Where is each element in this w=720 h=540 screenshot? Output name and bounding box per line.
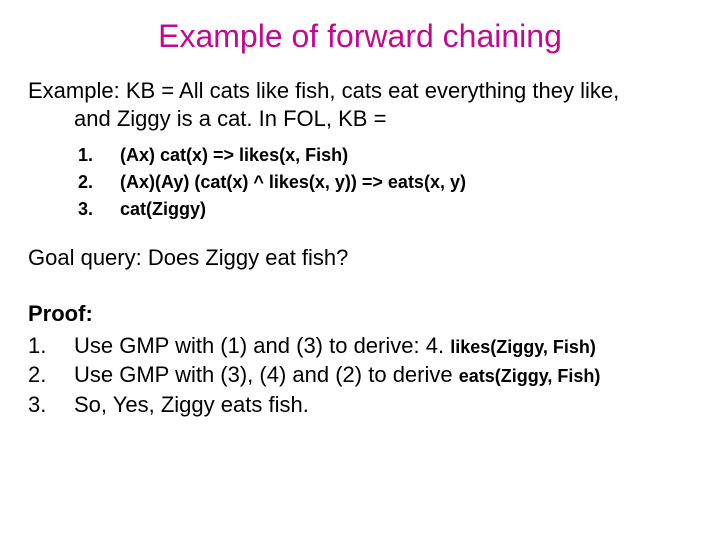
- kb-text: (Ax)(Ay) (cat(x) ^ likes(x, y)) => eats(…: [120, 169, 466, 196]
- proof-label: Proof:: [28, 299, 692, 329]
- kb-num: 3.: [78, 196, 120, 223]
- proof-num: 2.: [28, 360, 74, 390]
- proof-main: So, Yes, Ziggy eats fish.: [74, 392, 309, 417]
- proof-block: Proof: 1. Use GMP with (1) and (3) to de…: [28, 299, 692, 420]
- proof-main: Use GMP with (1) and (3) to derive: 4.: [74, 333, 450, 358]
- kb-text: (Ax) cat(x) => likes(x, Fish): [120, 142, 348, 169]
- goal-query: Goal query: Does Ziggy eat fish?: [28, 245, 692, 271]
- proof-derived: likes(Ziggy, Fish): [450, 337, 596, 357]
- proof-num: 1.: [28, 331, 74, 361]
- proof-step: 2. Use GMP with (3), (4) and (2) to deri…: [28, 360, 692, 390]
- intro-line-1: Example: KB = All cats like fish, cats e…: [28, 77, 692, 105]
- proof-step: 1. Use GMP with (1) and (3) to derive: 4…: [28, 331, 692, 361]
- proof-derived: eats(Ziggy, Fish): [459, 366, 601, 386]
- proof-main: Use GMP with (3), (4) and (2) to derive: [74, 362, 459, 387]
- kb-item: 1. (Ax) cat(x) => likes(x, Fish): [78, 142, 692, 169]
- proof-text: So, Yes, Ziggy eats fish.: [74, 390, 692, 420]
- kb-item: 2. (Ax)(Ay) (cat(x) ^ likes(x, y)) => ea…: [78, 169, 692, 196]
- kb-num: 1.: [78, 142, 120, 169]
- kb-num: 2.: [78, 169, 120, 196]
- intro-paragraph: Example: KB = All cats like fish, cats e…: [28, 77, 692, 132]
- kb-text: cat(Ziggy): [120, 196, 206, 223]
- proof-step: 3. So, Yes, Ziggy eats fish.: [28, 390, 692, 420]
- proof-num: 3.: [28, 390, 74, 420]
- slide: Example of forward chaining Example: KB …: [0, 0, 720, 540]
- proof-text: Use GMP with (3), (4) and (2) to derive …: [74, 360, 692, 390]
- intro-line-2: and Ziggy is a cat. In FOL, KB =: [28, 105, 692, 133]
- kb-item: 3. cat(Ziggy): [78, 196, 692, 223]
- slide-title: Example of forward chaining: [28, 18, 692, 55]
- proof-text: Use GMP with (1) and (3) to derive: 4. l…: [74, 331, 692, 361]
- kb-list: 1. (Ax) cat(x) => likes(x, Fish) 2. (Ax)…: [28, 142, 692, 223]
